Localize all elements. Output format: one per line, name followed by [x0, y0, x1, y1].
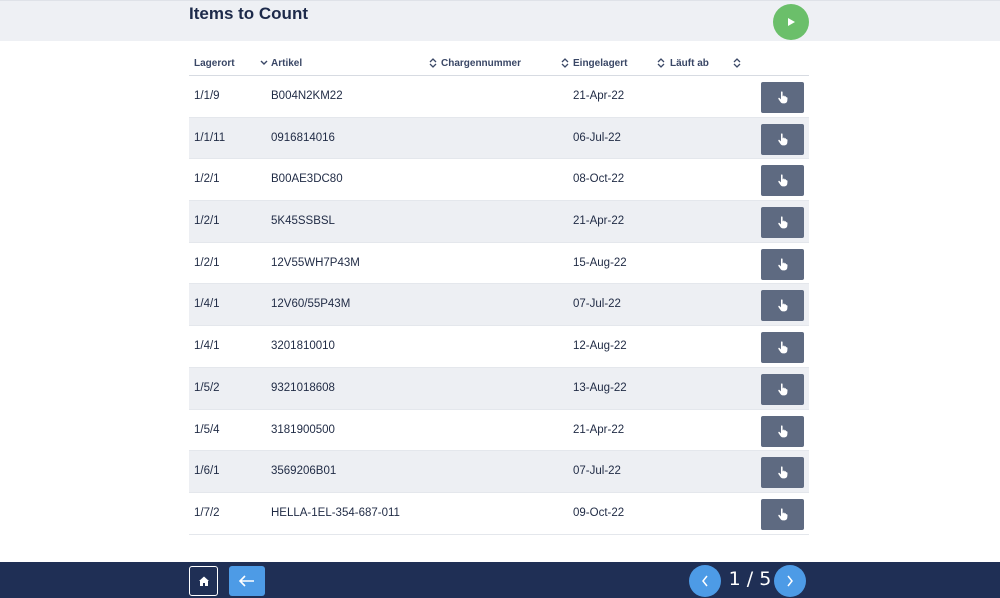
hand-pointer-icon — [777, 174, 788, 187]
cell-lagerort: 1/2/1 — [194, 256, 220, 269]
column-header-laeuft-ab[interactable]: Läuft ab — [670, 58, 709, 69]
cell-lagerort: 1/6/1 — [194, 465, 220, 478]
cell-eingelagert: 15-Aug-22 — [573, 256, 627, 269]
cell-artikel: 3201810010 — [271, 340, 335, 353]
cell-eingelagert: 13-Aug-22 — [573, 381, 627, 394]
count-item-button[interactable] — [761, 207, 804, 239]
cell-eingelagert: 21-Apr-22 — [573, 90, 625, 102]
table-row: 1/7/2 HELLA-1EL-354-687-011 09-Oct-22 — [189, 493, 809, 535]
count-item-button[interactable] — [761, 165, 804, 197]
column-header-label: Artikel — [271, 58, 303, 69]
home-icon — [198, 576, 209, 586]
cell-artikel: B00AE3DC80 — [271, 173, 343, 186]
column-header-artikel[interactable]: Artikel — [271, 58, 302, 69]
next-page-button[interactable] — [774, 565, 806, 597]
cell-eingelagert: 21-Apr-22 — [573, 423, 625, 436]
hand-pointer-icon — [777, 91, 788, 104]
sort-icon[interactable] — [656, 57, 666, 69]
table-row: 1/2/1 12V55WH7P43M 15-Aug-22 — [189, 243, 809, 285]
table-row: 1/4/1 3201810010 12-Aug-22 — [189, 326, 809, 368]
count-item-button[interactable] — [761, 415, 804, 447]
hand-pointer-icon — [777, 383, 788, 396]
table-row: 1/5/4 3181900500 21-Apr-22 — [189, 410, 809, 452]
home-button[interactable] — [189, 566, 218, 596]
table-row: 1/1/9 B004N2KM22 21-Apr-22 — [189, 76, 809, 118]
cell-artikel: 9321018608 — [271, 381, 335, 394]
column-header-chargennummer[interactable]: Chargennummer — [441, 58, 521, 69]
start-count-button[interactable] — [773, 4, 809, 40]
table-row: 1/4/1 12V60/55P43M 07-Jul-22 — [189, 284, 809, 327]
page-title: Items to Count — [189, 4, 308, 23]
cell-eingelagert: 12-Aug-22 — [573, 340, 627, 353]
cell-lagerort: 1/1/11 — [194, 131, 226, 144]
play-icon — [788, 18, 795, 26]
table-row: 1/2/1 5K45SSBSL 21-Apr-22 — [189, 201, 809, 243]
count-item-button[interactable] — [761, 290, 804, 322]
table-header: Lagerort Artikel Chargennummer Eingelage… — [189, 53, 809, 76]
items-table: Lagerort Artikel Chargennummer Eingelage… — [189, 53, 809, 535]
back-button[interactable] — [229, 566, 265, 596]
page-indicator: 1 / 5 — [728, 568, 772, 590]
cell-eingelagert: 07-Jul-22 — [573, 465, 621, 478]
cell-lagerort: 1/5/2 — [194, 381, 220, 394]
sort-icon[interactable] — [560, 57, 570, 69]
table-row: 1/5/2 9321018608 13-Aug-22 — [189, 367, 809, 410]
count-item-button[interactable] — [761, 373, 804, 405]
cell-lagerort: 1/2/1 — [194, 215, 220, 228]
cell-artikel: HELLA-1EL-354-687-011 — [271, 506, 400, 519]
count-item-button[interactable] — [761, 332, 804, 364]
footer-bar: 1 / 5 — [0, 562, 1000, 598]
hand-pointer-icon — [777, 508, 788, 521]
hand-pointer-icon — [777, 216, 788, 229]
count-item-button[interactable] — [761, 82, 804, 113]
chevron-left-icon — [702, 575, 708, 587]
table-row: 1/1/11 0916814016 06-Jul-22 — [189, 117, 809, 160]
sort-icon[interactable] — [428, 57, 438, 69]
table-row: 1/6/1 3569206B01 07-Jul-22 — [189, 451, 809, 493]
column-header-label: Chargennummer — [441, 58, 522, 69]
cell-artikel: 12V55WH7P43M — [271, 256, 360, 269]
cell-artikel: 0916814016 — [271, 131, 335, 144]
hand-pointer-icon — [777, 258, 788, 271]
cell-lagerort: 1/1/9 — [194, 90, 220, 102]
table-body: 1/1/9 B004N2KM22 21-Apr-22 1/1/11 0916814016… — [189, 76, 809, 535]
count-item-button[interactable] — [761, 123, 804, 155]
hand-pointer-icon — [777, 133, 788, 146]
hand-pointer-icon — [777, 424, 788, 437]
previous-page-button[interactable] — [689, 565, 721, 597]
column-header-label: Lagerort — [194, 58, 235, 69]
cell-eingelagert: 07-Jul-22 — [573, 298, 621, 311]
hand-pointer-icon — [777, 299, 788, 312]
column-header-label: Eingelagert — [573, 58, 628, 69]
count-item-button[interactable] — [761, 457, 804, 489]
cell-eingelagert: 06-Jul-22 — [573, 131, 621, 144]
hand-pointer-icon — [777, 466, 788, 479]
header-bar: Items to Count — [0, 0, 1000, 41]
hand-pointer-icon — [777, 341, 788, 354]
cell-artikel: 5K45SSBSL — [271, 215, 335, 228]
cell-eingelagert: 21-Apr-22 — [573, 215, 625, 228]
chevron-right-icon — [787, 575, 793, 587]
arrow-left-icon — [238, 575, 254, 587]
column-header-lagerort[interactable]: Lagerort — [194, 58, 235, 69]
cell-lagerort: 1/4/1 — [194, 340, 220, 353]
cell-artikel: 12V60/55P43M — [271, 298, 351, 311]
cell-eingelagert: 09-Oct-22 — [573, 506, 625, 519]
cell-eingelagert: 08-Oct-22 — [573, 173, 625, 186]
cell-artikel: B004N2KM22 — [271, 90, 343, 102]
count-item-button[interactable] — [761, 498, 804, 530]
cell-lagerort: 1/5/4 — [194, 423, 220, 436]
chevron-down-icon[interactable] — [259, 57, 269, 69]
column-header-eingelagert[interactable]: Eingelagert — [573, 58, 627, 69]
sort-icon[interactable] — [732, 57, 742, 69]
cell-lagerort: 1/7/2 — [194, 506, 220, 519]
column-header-label: Läuft ab — [670, 58, 709, 69]
cell-artikel: 3569206B01 — [271, 465, 337, 478]
cell-lagerort: 1/2/1 — [194, 173, 220, 186]
cell-artikel: 3181900500 — [271, 423, 335, 436]
table-row: 1/2/1 B00AE3DC80 08-Oct-22 — [189, 159, 809, 202]
count-item-button[interactable] — [761, 248, 804, 280]
cell-lagerort: 1/4/1 — [194, 298, 220, 311]
